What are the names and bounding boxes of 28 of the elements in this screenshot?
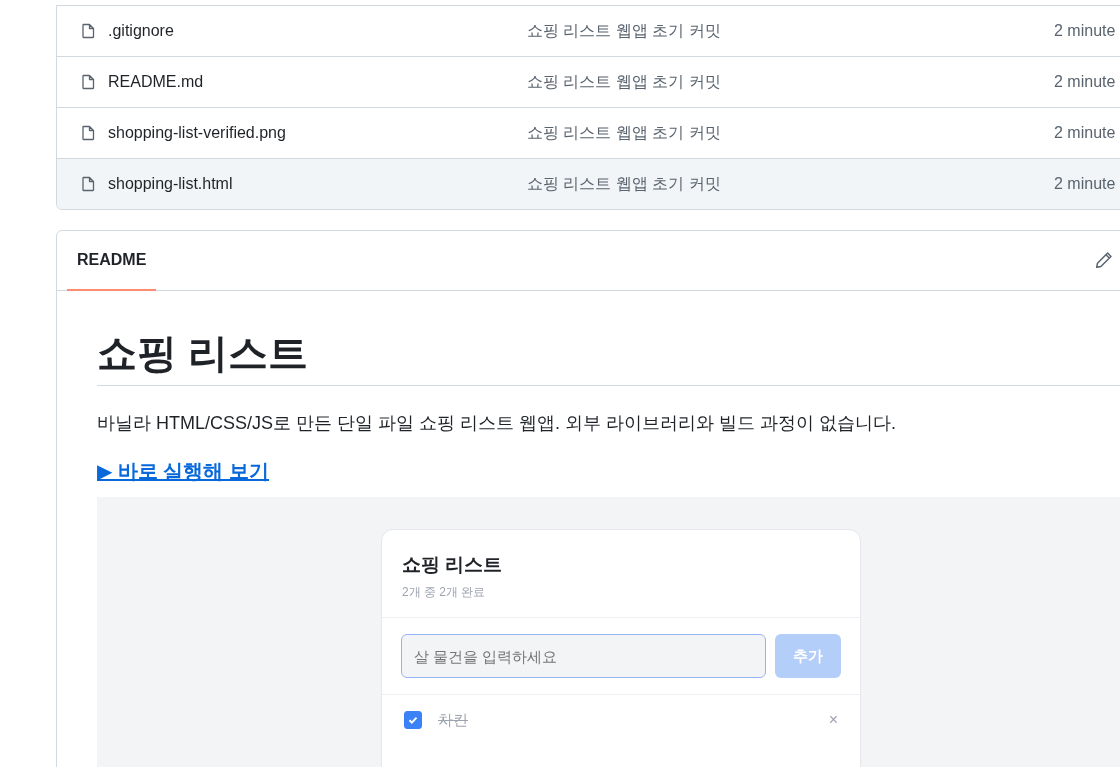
check-icon (407, 714, 419, 726)
item-name: 차킨 (438, 710, 469, 730)
commit-message[interactable]: 쇼핑 리스트 웹앱 초기 커밋 (527, 173, 1054, 195)
commit-message[interactable]: 쇼핑 리스트 웹앱 초기 커밋 (527, 122, 1054, 144)
file-row[interactable]: shopping-list.html 쇼핑 리스트 웹앱 초기 커밋 2 minute (57, 159, 1120, 209)
readme-description: 바닐라 HTML/CSS/JS로 만든 단일 파일 쇼핑 리스트 웹앱. 외부 라이브러리와 빌드 과정이 없습니다. (97, 412, 898, 435)
app-title: 쇼핑 리스트 (402, 553, 504, 577)
commit-time: 2 minute (1054, 175, 1116, 193)
edit-icon[interactable] (1095, 251, 1113, 269)
item-checkbox[interactable] (404, 711, 422, 729)
run-link[interactable]: ▶ 바로 실행해 보기 (97, 458, 270, 485)
file-icon (80, 175, 96, 193)
progress-summary: 2개 중 2개 완료 (402, 584, 487, 601)
file-icon (80, 124, 96, 142)
commit-message[interactable]: 쇼핑 리스트 웹앱 초기 커밋 (527, 20, 1054, 42)
file-icon (80, 22, 96, 40)
commit-time: 2 minute (1054, 73, 1116, 91)
file-name[interactable]: shopping-list.html (108, 175, 527, 193)
file-icon (80, 73, 96, 91)
readme-heading: 쇼핑 리스트 (97, 291, 1120, 386)
readme-tab[interactable]: README (67, 231, 157, 291)
commit-time: 2 minute (1054, 124, 1116, 142)
commit-time: 2 minute (1054, 22, 1116, 40)
commit-message[interactable]: 쇼핑 리스트 웹앱 초기 커밋 (527, 71, 1054, 93)
item-input-field[interactable]: 살 물건을 입력하세요 (401, 634, 766, 678)
file-name[interactable]: .gitignore (108, 22, 527, 40)
file-name[interactable]: README.md (108, 73, 527, 91)
file-name[interactable]: shopping-list-verified.png (108, 124, 527, 142)
